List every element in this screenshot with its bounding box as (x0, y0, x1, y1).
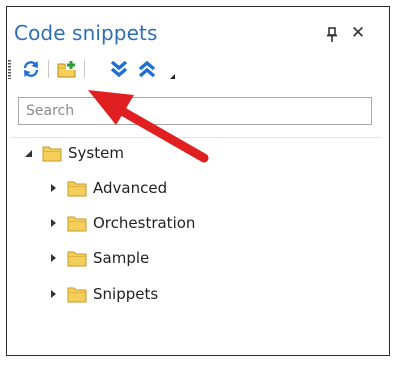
folder-icon (67, 181, 87, 196)
panel-title: Code snippets (14, 21, 158, 45)
tree-node-label: Snippets (93, 285, 159, 303)
tree-node-label: Sample (93, 249, 150, 267)
expand-node-icon[interactable] (47, 287, 61, 301)
folder-icon (67, 251, 87, 266)
expand-all-icon[interactable] (108, 58, 130, 80)
tree-node-system[interactable]: System (22, 141, 124, 165)
collapse-node-icon[interactable] (22, 146, 36, 160)
tree-node-sample[interactable]: Sample (47, 246, 149, 270)
expand-node-icon[interactable] (47, 251, 61, 265)
toolbar (6, 56, 206, 82)
expand-node-icon[interactable] (47, 181, 61, 195)
close-icon[interactable]: ✕ (350, 25, 366, 42)
collapse-all-icon[interactable] (136, 58, 158, 80)
tree-node-label: System (68, 144, 124, 162)
tree-node-orchestration[interactable]: Orchestration (47, 211, 195, 235)
pin-icon[interactable] (325, 27, 339, 43)
tree-node-label: Advanced (93, 179, 168, 197)
toolbar-overflow-icon[interactable] (170, 74, 175, 79)
search-input[interactable] (19, 98, 371, 124)
search-box[interactable] (18, 97, 372, 125)
tree-node-advanced[interactable]: Advanced (47, 176, 167, 200)
tree-node-label: Orchestration (93, 214, 196, 232)
toolbar-grip[interactable] (8, 60, 11, 79)
add-folder-icon[interactable] (56, 58, 78, 80)
toolbar-separator (48, 60, 49, 78)
folder-icon (67, 216, 87, 231)
expand-node-icon[interactable] (47, 216, 61, 230)
tree-divider (10, 137, 382, 138)
folder-icon (67, 287, 87, 302)
toolbar-separator (84, 60, 85, 78)
refresh-icon[interactable] (20, 58, 42, 80)
folder-icon (42, 146, 62, 161)
tree-node-snippets[interactable]: Snippets (47, 282, 158, 306)
